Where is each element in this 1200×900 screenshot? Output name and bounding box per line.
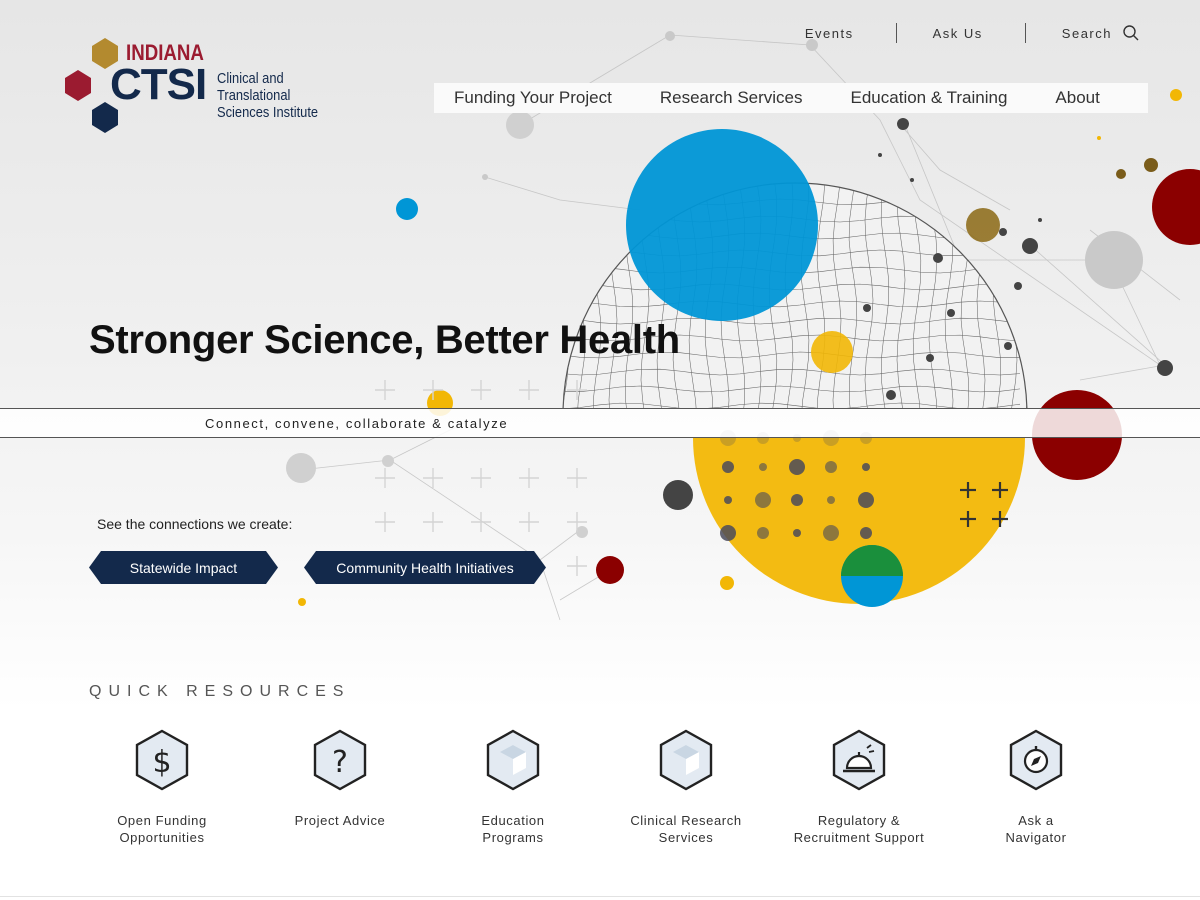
quick-resource-education-programs[interactable]: Education Programs [428,728,598,846]
cube-icon [659,729,713,791]
hero-tagline: Connect, convene, collaborate & catalyze [205,416,509,431]
ctsi-logo[interactable]: INDIANA CTSI Clinical and Translational … [62,36,382,140]
search-icon[interactable] [1122,24,1140,42]
quick-resources-title: QUICK RESOURCES [89,683,351,700]
hero-headline: Stronger Science, Better Health [89,318,680,362]
utility-divider [1024,23,1026,43]
nav-funding-your-project[interactable]: Funding Your Project [454,88,612,108]
quick-resource-clinical-research[interactable]: Clinical Research Services [601,728,771,846]
logo-subtitle: Clinical and Translational Sciences Inst… [217,70,359,121]
community-health-initiatives-button[interactable]: Community Health Initiatives [304,551,546,584]
events-link[interactable]: Events [805,26,854,41]
quick-resource-ask-navigator[interactable]: Ask a Navigator [951,728,1121,846]
nav-education-training[interactable]: Education & Training [851,88,1008,108]
compass-icon [1009,729,1063,791]
quick-resource-label: Education Programs [481,813,545,845]
cube-icon [486,729,540,791]
dollar-icon: $ [135,729,189,791]
quick-resource-label: Open Funding Opportunities [117,813,207,845]
nav-research-services[interactable]: Research Services [660,88,803,108]
search-link[interactable]: Search [1062,26,1112,41]
utility-nav: Events Ask Us Search [805,23,1140,43]
quick-resource-regulatory-recruitment[interactable]: Regulatory & Recruitment Support [774,728,944,846]
utility-divider [895,23,897,43]
question-icon: ? [313,729,367,791]
quick-resource-open-funding[interactable]: $ Open Funding Opportunities [77,728,247,846]
logo-subtitle-line1: Clinical and Translational [217,70,291,104]
nav-about[interactable]: About [1055,88,1099,108]
quick-resource-project-advice[interactable]: ? Project Advice [255,728,425,829]
tagline-bar: Connect, convene, collaborate & catalyze [0,408,1200,438]
statewide-impact-button[interactable]: Statewide Impact [89,551,278,584]
logo-subtitle-line2: Sciences Institute [217,104,319,121]
bell-icon [832,729,886,791]
quick-resource-label: Regulatory & Recruitment Support [793,813,925,845]
svg-text:?: ? [332,745,348,780]
quick-resource-label: Project Advice [294,813,386,828]
svg-text:$: $ [152,745,171,780]
quick-resource-label: Clinical Research Services [630,813,742,845]
ask-us-link[interactable]: Ask Us [933,26,983,41]
footer-divider [0,896,1200,897]
logo-ctsi-text: CTSI [110,60,207,109]
quick-resource-label: Ask a Navigator [1005,813,1067,845]
hero-section: INDIANA CTSI Clinical and Translational … [0,0,1200,710]
connections-label: See the connections we create: [97,516,293,532]
main-nav: Funding Your Project Research Services E… [434,83,1148,113]
